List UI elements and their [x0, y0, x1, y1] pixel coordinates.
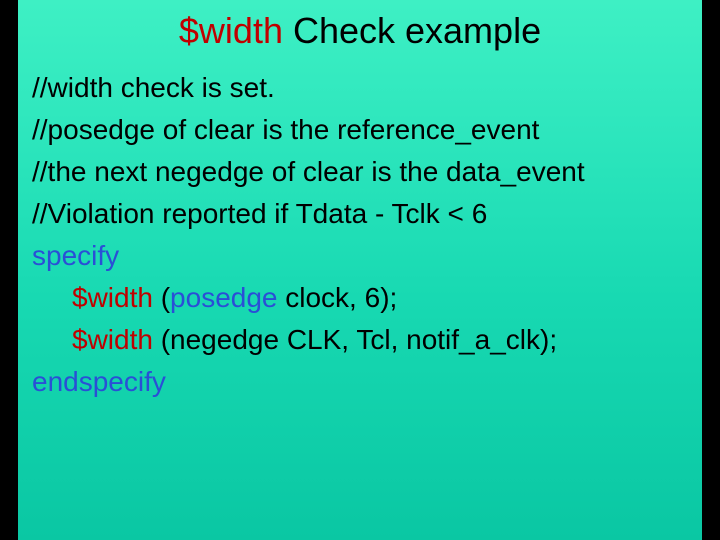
slide-body: //width check is set. //posedge of clear…	[32, 67, 688, 403]
comment-line: //the next negedge of clear is the data_…	[32, 151, 688, 193]
code-text: (	[153, 282, 170, 313]
width-keyword: $width	[72, 324, 153, 355]
comment-line: //width check is set.	[32, 67, 688, 109]
code-text: (negedge CLK, Tcl, notif_a_clk);	[153, 324, 557, 355]
title-keyword: $width	[179, 10, 283, 51]
code-line: $width (negedge CLK, Tcl, notif_a_clk);	[32, 319, 688, 361]
title-rest: Check example	[283, 10, 541, 51]
width-keyword: $width	[72, 282, 153, 313]
code-line: $width (posedge clock, 6);	[32, 277, 688, 319]
comment-line: //posedge of clear is the reference_even…	[32, 109, 688, 151]
slide: $width Check example //width check is se…	[18, 0, 702, 540]
slide-title: $width Check example	[32, 8, 688, 53]
comment-line: //Violation reported if Tdata - Tclk < 6	[32, 193, 688, 235]
posedge-keyword: posedge	[170, 282, 277, 313]
code-text: clock, 6);	[277, 282, 397, 313]
endspecify-keyword: endspecify	[32, 361, 688, 403]
specify-keyword: specify	[32, 235, 688, 277]
